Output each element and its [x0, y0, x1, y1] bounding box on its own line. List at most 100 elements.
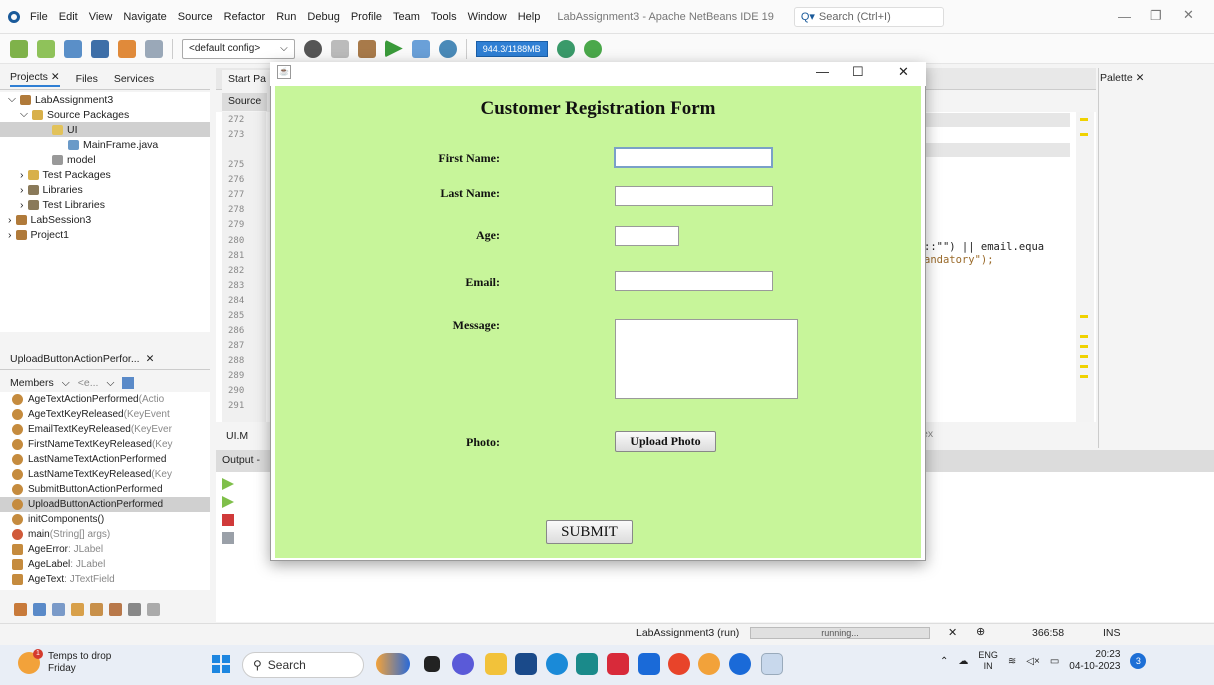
tree-item-test-packages[interactable]: › Test Packages: [0, 167, 210, 182]
menu-view[interactable]: View: [89, 11, 113, 23]
store-icon[interactable]: [515, 653, 537, 675]
list-item[interactable]: EmailTextKeyReleased (KeyEver: [0, 422, 210, 437]
undo-icon[interactable]: [118, 39, 136, 58]
weather-widget[interactable]: 1 Temps to drop Friday: [18, 649, 111, 675]
menu-profile[interactable]: Profile: [351, 11, 382, 23]
minimize-icon[interactable]: —: [1118, 9, 1131, 24]
tree-item-labsession3[interactable]: › LabSession3: [0, 212, 210, 227]
output-tab[interactable]: Output -: [222, 454, 260, 466]
chevron-right-icon[interactable]: ›: [20, 199, 24, 211]
close-icon[interactable]: ✕: [51, 71, 60, 83]
menu-file[interactable]: File: [30, 11, 48, 23]
list-item[interactable]: main (String[] args): [0, 527, 210, 542]
dialog-close-icon[interactable]: ✕: [898, 64, 909, 80]
first-name-input[interactable]: [614, 147, 773, 168]
fqn-icon[interactable]: [109, 602, 122, 616]
cancel-task-icon[interactable]: ✕: [948, 626, 957, 639]
save-all-icon[interactable]: [91, 39, 109, 58]
language-indicator[interactable]: ENG IN: [978, 650, 998, 672]
error-stripe-mark[interactable]: [1080, 315, 1088, 318]
java-app-icon[interactable]: [729, 653, 751, 675]
filter-icon[interactable]: [122, 377, 135, 389]
tab-projects[interactable]: Projects ✕: [10, 71, 60, 87]
chevron-right-icon[interactable]: ›: [20, 169, 24, 181]
restore-icon[interactable]: ❐: [1150, 8, 1162, 24]
java-window-icon[interactable]: [761, 653, 783, 675]
chevron-right-icon[interactable]: ›: [8, 214, 12, 226]
mcafee-icon[interactable]: [607, 653, 629, 675]
notifications-icon[interactable]: ⊕: [976, 625, 985, 638]
config-select[interactable]: <default config> ⌵: [182, 38, 295, 59]
ide-search-input[interactable]: Q▾ Search (Ctrl+I): [793, 6, 944, 27]
chrome-icon[interactable]: [668, 653, 690, 675]
tab-source[interactable]: Source: [222, 93, 268, 111]
list-item[interactable]: AgeError : JLabel: [0, 542, 210, 557]
expand-chevron-icon[interactable]: ⌵: [8, 93, 16, 106]
settings-icon[interactable]: [222, 532, 234, 544]
inherited-icon[interactable]: [14, 602, 27, 616]
error-stripe-mark[interactable]: [1080, 345, 1088, 348]
open-project-icon[interactable]: [64, 39, 82, 58]
sort-name-icon[interactable]: [128, 602, 141, 616]
tree-item-model[interactable]: model: [0, 152, 210, 167]
error-stripe-mark[interactable]: [1080, 375, 1088, 378]
expand-chevron-icon[interactable]: ⌵: [20, 108, 28, 121]
globe-icon[interactable]: [303, 39, 322, 58]
last-name-input[interactable]: [615, 186, 773, 206]
menu-debug[interactable]: Debug: [307, 11, 339, 23]
volume-icon[interactable]: ◁×: [1026, 656, 1040, 667]
hammer-icon[interactable]: [330, 39, 349, 58]
sort-source-icon[interactable]: [147, 602, 160, 616]
error-stripe-mark[interactable]: [1080, 365, 1088, 368]
onedrive-icon[interactable]: ☁: [958, 656, 968, 667]
debug-icon[interactable]: [411, 39, 430, 58]
tree-item-labassignment3[interactable]: ⌵ LabAssignment3: [0, 92, 210, 107]
notification-badge[interactable]: 3: [1130, 653, 1147, 669]
windows-start-icon[interactable]: [212, 655, 230, 673]
error-stripe-mark[interactable]: [1080, 355, 1088, 358]
taskbar-search[interactable]: ⚲ Search: [242, 652, 364, 678]
tab-ui-mainframe[interactable]: UI.M: [222, 428, 252, 446]
list-item[interactable]: LastNameTextKeyReleased (Key: [0, 467, 210, 482]
menu-source[interactable]: Source: [178, 11, 213, 23]
members-select[interactable]: Members: [10, 377, 54, 389]
tree-item-ui[interactable]: UI: [0, 122, 210, 137]
edge-icon[interactable]: [546, 653, 568, 675]
submit-button[interactable]: SUBMIT: [546, 520, 633, 544]
list-item-selected[interactable]: UploadButtonActionPerformed: [0, 497, 210, 512]
chevron-down-icon[interactable]: ⌵: [106, 377, 114, 390]
task-view-icon[interactable]: [424, 656, 440, 672]
error-stripe-mark[interactable]: [1080, 118, 1088, 121]
new-project-icon[interactable]: [37, 39, 55, 58]
chevron-right-icon[interactable]: ›: [8, 229, 12, 241]
tab-palette[interactable]: Palette ✕: [1100, 72, 1144, 84]
list-item[interactable]: AgeText : JTextField: [0, 572, 210, 587]
tree-item-source-packages[interactable]: ⌵ Source Packages: [0, 107, 210, 122]
menu-help[interactable]: Help: [518, 11, 541, 23]
stop-icon[interactable]: [222, 514, 234, 526]
members-filter[interactable]: <e...: [78, 377, 99, 389]
menu-refactor[interactable]: Refactor: [224, 11, 266, 23]
memory-indicator[interactable]: 944.3/1188MB: [475, 40, 548, 57]
netbeans-app-icon[interactable]: [698, 653, 720, 675]
list-item[interactable]: SubmitButtonActionPerformed: [0, 482, 210, 497]
tree-item-libraries[interactable]: › Libraries: [0, 182, 210, 197]
close-icon[interactable]: ✕: [1183, 7, 1194, 23]
error-stripe-mark[interactable]: [1080, 335, 1088, 338]
list-item[interactable]: initComponents(): [0, 512, 210, 527]
wifi-icon[interactable]: ≋: [1008, 656, 1016, 667]
clock[interactable]: 20:23 04-10-2023: [1069, 649, 1120, 673]
menu-navigate[interactable]: Navigate: [123, 11, 166, 23]
menu-window[interactable]: Window: [468, 11, 507, 23]
snapshot-icon[interactable]: [583, 39, 602, 58]
chevron-down-icon[interactable]: ⌵: [62, 377, 70, 390]
message-textarea[interactable]: [615, 319, 798, 399]
menu-run[interactable]: Run: [276, 11, 296, 23]
menu-edit[interactable]: Edit: [59, 11, 78, 23]
outlook-icon[interactable]: [638, 653, 660, 675]
file-explorer-icon[interactable]: [485, 653, 507, 675]
launcher-icon[interactable]: [576, 653, 598, 675]
menu-tools[interactable]: Tools: [431, 11, 457, 23]
dialog-minimize-icon[interactable]: —: [816, 64, 829, 79]
list-item[interactable]: FirstNameTextKeyReleased (Key: [0, 437, 210, 452]
